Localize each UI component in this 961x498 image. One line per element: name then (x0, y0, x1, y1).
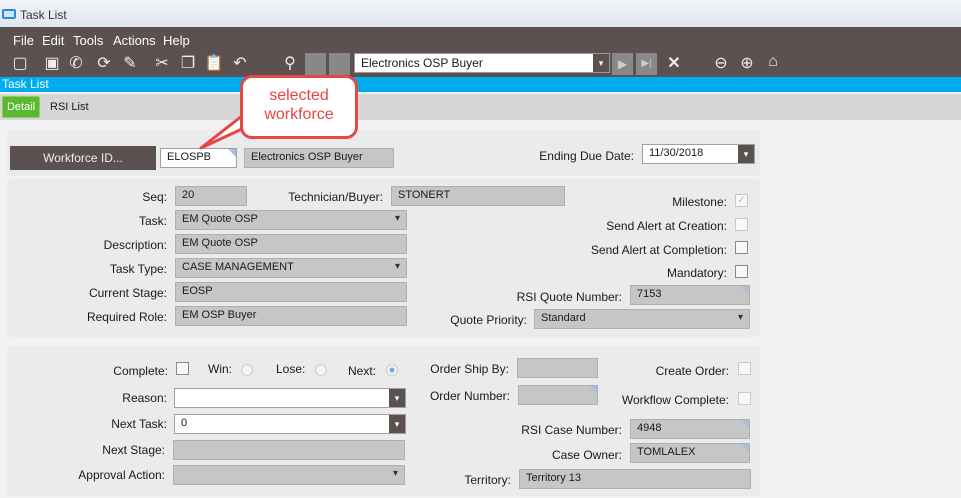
menu-help[interactable]: Help (163, 33, 190, 48)
create-order-label: Create Order: (655, 364, 729, 378)
last-record-button[interactable]: ▶| (636, 53, 657, 75)
current-stage-label: Current Stage: (88, 286, 167, 300)
rsi-case-label: RSI Case Number: (521, 423, 622, 437)
task-label: Task: (138, 214, 167, 228)
lose-label: Lose: (276, 362, 306, 376)
workflow-complete-label: Workflow Complete: (621, 393, 729, 407)
reason-label: Reason: (122, 391, 167, 405)
next-stage-field (173, 440, 405, 460)
app-icon (2, 9, 16, 19)
forward-icon[interactable]: ⊕ (737, 53, 757, 73)
ship-by-label: Order Ship By: (430, 362, 509, 376)
technician-label: Technician/Buyer: (288, 190, 383, 204)
approval-action-label: Approval Action: (78, 468, 165, 482)
menu-edit[interactable]: Edit (42, 33, 64, 48)
record-selector-value: Electronics OSP Buyer (361, 56, 483, 70)
record-selector[interactable]: Electronics OSP Buyer ▾ (354, 53, 610, 73)
chevron-down-icon[interactable]: ▾ (593, 54, 609, 72)
chevron-down-icon[interactable]: ▾ (389, 415, 405, 433)
technician-field: STONERT (391, 186, 565, 206)
delete-icon[interactable]: ✕ (664, 53, 684, 73)
required-role-label: Required Role: (86, 310, 167, 324)
current-stage-field: EOSP (175, 282, 407, 302)
back-icon[interactable]: ⊖ (711, 53, 731, 73)
home-icon[interactable]: ⌂ (763, 53, 783, 71)
next-radio[interactable] (386, 364, 398, 376)
calendar-dropdown-icon[interactable]: ▾ (738, 145, 754, 163)
alert-completion-checkbox[interactable] (735, 241, 748, 254)
menu-tools[interactable]: Tools (73, 33, 103, 48)
rsi-quote-label: RSI Quote Number: (516, 290, 622, 304)
chevron-down-icon[interactable]: ▾ (389, 389, 405, 407)
win-radio[interactable] (241, 364, 253, 376)
complete-label: Complete: (113, 364, 168, 378)
ending-due-date-field[interactable]: 11/30/2018 ▾ (642, 144, 755, 164)
required-role-field: EM OSP Buyer (175, 306, 407, 326)
quote-priority-select[interactable]: Standard (534, 309, 750, 329)
order-number-label: Order Number: (429, 389, 510, 403)
reason-select[interactable]: ▾ (174, 388, 406, 408)
alert-creation-label: Send Alert at Creation: (606, 219, 727, 233)
next-record-button[interactable]: ▶ (612, 53, 633, 75)
milestone-label: Milestone: (672, 195, 727, 209)
clear-icon[interactable]: ✎ (120, 53, 140, 73)
new-icon[interactable]: ▢ (10, 53, 30, 73)
workforce-id-button[interactable]: Workforce ID... (10, 146, 156, 170)
description-field: EM Quote OSP (175, 234, 407, 254)
alert-creation-checkbox[interactable] (735, 218, 748, 231)
menu-toolbar: File Edit Tools Actions Help ▢ ▣ ✆ ⟳ ✎ ✂… (0, 27, 961, 77)
phone-icon[interactable]: ✆ (66, 53, 86, 73)
window-title: Task List (20, 8, 67, 22)
next-task-select[interactable]: 0 ▾ (174, 414, 406, 434)
mandatory-label: Mandatory: (666, 266, 727, 280)
seq-field: 20 (175, 186, 247, 206)
next-stage-label: Next Stage: (102, 443, 165, 457)
seq-label: Seq: (142, 190, 167, 204)
tab-bar: Detail RSI List (0, 94, 961, 120)
approval-action-select[interactable] (173, 465, 405, 485)
complete-checkbox[interactable] (176, 362, 189, 375)
menu-actions[interactable]: Actions (113, 33, 156, 48)
territory-field: Territory 13 (519, 469, 751, 489)
next-task-value: 0 (181, 417, 188, 429)
next-task-label: Next Task: (111, 417, 167, 431)
milestone-checkbox[interactable]: ✓ (735, 194, 748, 207)
lose-radio[interactable] (315, 364, 327, 376)
cut-icon[interactable]: ✂ (152, 53, 172, 73)
ending-due-date-label: Ending Due Date: (539, 149, 634, 163)
rsi-case-field[interactable]: 4948 (630, 419, 750, 439)
order-number-field[interactable] (518, 385, 598, 405)
alert-completion-label: Send Alert at Completion: (590, 243, 727, 257)
task-type-label: Task Type: (109, 262, 167, 276)
tab-rsi-list[interactable]: RSI List (50, 101, 89, 113)
form-header: Task List (0, 77, 961, 92)
case-owner-label: Case Owner: (551, 448, 622, 462)
task-type-select[interactable]: CASE MANAGEMENT (175, 258, 407, 278)
menu-file[interactable]: File (13, 33, 34, 48)
create-order-checkbox[interactable] (738, 362, 751, 375)
title-bar: Task List (0, 0, 961, 27)
next-label: Next: (348, 364, 377, 378)
quote-priority-label: Quote Priority: (450, 313, 527, 327)
tab-detail[interactable]: Detail (2, 96, 40, 118)
workflow-complete-checkbox[interactable] (738, 392, 751, 405)
win-label: Win: (208, 362, 232, 376)
refresh-icon[interactable]: ⟳ (94, 53, 114, 73)
ship-by-field[interactable] (517, 358, 598, 378)
territory-label: Territory: (464, 473, 511, 487)
description-label: Description: (103, 238, 167, 252)
rsi-quote-field[interactable]: 7153 (630, 285, 750, 305)
case-owner-field[interactable]: TOMLALEX (630, 443, 750, 463)
task-select[interactable]: EM Quote OSP (175, 210, 407, 230)
save-icon[interactable]: ▣ (42, 53, 62, 73)
callout-annotation: selected workforce (240, 75, 358, 139)
mandatory-checkbox[interactable] (735, 265, 748, 278)
ending-due-date-value: 11/30/2018 (649, 147, 704, 159)
